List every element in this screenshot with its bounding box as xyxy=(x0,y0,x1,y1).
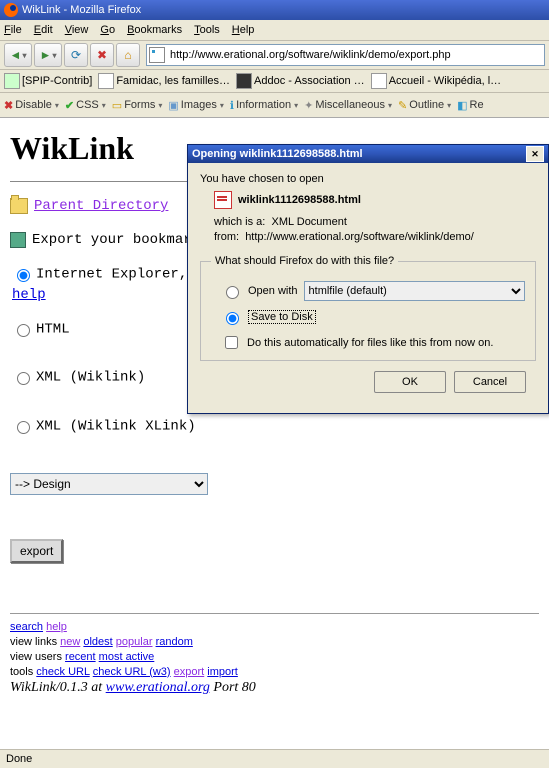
cancel-button[interactable]: Cancel xyxy=(454,371,526,393)
radio-xml2-label: XML (Wiklink XLink) xyxy=(36,419,196,435)
footer-export[interactable]: export xyxy=(174,666,205,678)
bookmarks-toolbar: [SPIP-Contrib] Famidac, les familles… Ad… xyxy=(0,70,549,93)
page-icon xyxy=(149,47,165,63)
wd-forms[interactable]: ▭Forms▾ xyxy=(112,99,163,112)
menubar: File Edit View Go Bookmarks Tools Help xyxy=(0,20,549,41)
footer-check-url-w3[interactable]: check URL (w3) xyxy=(93,666,171,678)
download-dialog: Opening wiklink1112698588.html ✕ You hav… xyxy=(187,144,549,414)
bookmark-wikipedia[interactable]: Accueil - Wikipédia, l… xyxy=(371,73,501,89)
dialog-chosen-text: You have chosen to open xyxy=(200,173,536,185)
bookmark-icon xyxy=(4,73,20,89)
info-icon: ℹ xyxy=(230,99,234,112)
radio-ie[interactable] xyxy=(17,269,30,282)
reload-button[interactable]: ⟳ xyxy=(64,43,88,67)
footer-check-url[interactable]: check URL xyxy=(36,666,89,678)
bookmark-icon xyxy=(98,73,114,89)
dialog-action-fieldset: What should Firefox do with this file? O… xyxy=(200,255,536,361)
gear-icon: ✦ xyxy=(304,99,313,112)
wd-misc[interactable]: ✦Miscellaneous▾ xyxy=(304,99,392,112)
menu-tools[interactable]: Tools xyxy=(194,24,220,36)
open-with-select[interactable]: htmlfile (default) xyxy=(304,281,525,301)
footer-search[interactable]: search xyxy=(10,621,43,633)
window-titlebar: WikLink - Mozilla Firefox xyxy=(0,0,549,20)
radio-open-with[interactable] xyxy=(226,286,239,299)
export-button[interactable]: export xyxy=(10,539,63,563)
dialog-filename: wiklink1112698588.html xyxy=(238,194,361,206)
help-link[interactable]: help xyxy=(12,287,46,303)
bookmark-icon xyxy=(371,73,387,89)
radio-save-to-disk[interactable] xyxy=(226,312,239,325)
resize-icon: ◧ xyxy=(457,99,467,112)
bookmark-icon xyxy=(236,73,252,89)
open-with-label: Open with xyxy=(248,285,298,297)
radio-html-label: HTML xyxy=(36,321,70,337)
outline-icon: ✎ xyxy=(398,99,407,112)
wd-css[interactable]: ✔CSS▾ xyxy=(65,99,106,112)
home-button[interactable]: ⌂ xyxy=(116,43,140,67)
footer: search help view links new oldest popula… xyxy=(10,613,539,695)
nav-toolbar: ◄▾ ►▾ ⟳ ✖ ⌂ xyxy=(0,41,549,70)
radio-ie-label: Internet Explorer, M xyxy=(36,267,204,283)
menu-view[interactable]: View xyxy=(65,24,89,36)
ok-button[interactable]: OK xyxy=(374,371,446,393)
radio-xml-xlink[interactable] xyxy=(17,421,30,434)
forward-button[interactable]: ►▾ xyxy=(34,43,62,67)
x-icon: ✖ xyxy=(4,99,13,112)
design-select[interactable]: --> Design xyxy=(10,473,208,495)
dialog-title: Opening wiklink1112698588.html xyxy=(192,148,363,160)
wd-outline[interactable]: ✎Outline▾ xyxy=(398,99,451,112)
status-bar: Done xyxy=(0,749,549,768)
wd-images[interactable]: ▣Images▾ xyxy=(168,99,224,112)
menu-bookmarks[interactable]: Bookmarks xyxy=(127,24,182,36)
back-button[interactable]: ◄▾ xyxy=(4,43,32,67)
footer-new[interactable]: new xyxy=(60,636,80,648)
radio-xml1-label: XML (Wiklink) xyxy=(36,370,145,386)
footer-most-active[interactable]: most active xyxy=(99,651,155,663)
firefox-icon xyxy=(4,3,18,17)
save-to-disk-label: Save to Disk xyxy=(248,310,316,324)
webdev-toolbar: ✖Disable▾ ✔CSS▾ ▭Forms▾ ▣Images▾ ℹInform… xyxy=(0,93,549,118)
bookmark-spip[interactable]: [SPIP-Contrib] xyxy=(4,73,92,89)
url-input[interactable] xyxy=(168,48,542,62)
auto-label: Do this automatically for files like thi… xyxy=(247,337,493,349)
footer-random[interactable]: random xyxy=(156,636,193,648)
footer-import[interactable]: import xyxy=(207,666,238,678)
folder-icon xyxy=(10,198,28,214)
parent-directory-link[interactable]: Parent Directory xyxy=(34,198,168,214)
window-title: WikLink - Mozilla Firefox xyxy=(22,4,141,16)
html-file-icon xyxy=(214,191,232,209)
auto-checkbox[interactable] xyxy=(225,336,238,349)
footer-oldest[interactable]: oldest xyxy=(83,636,112,648)
menu-help[interactable]: Help xyxy=(232,24,255,36)
stop-button[interactable]: ✖ xyxy=(90,43,114,67)
dialog-titlebar[interactable]: Opening wiklink1112698588.html ✕ xyxy=(188,145,548,163)
footer-site-link[interactable]: www.erational.org xyxy=(106,680,210,695)
dialog-legend: What should Firefox do with this file? xyxy=(211,255,398,267)
menu-go[interactable]: Go xyxy=(100,24,115,36)
footer-help[interactable]: help xyxy=(46,621,67,633)
images-icon: ▣ xyxy=(168,99,178,112)
wd-disable[interactable]: ✖Disable▾ xyxy=(4,99,59,112)
menu-file[interactable]: File xyxy=(4,24,22,36)
wd-information[interactable]: ℹInformation▾ xyxy=(230,99,298,112)
radio-xml-wiklink[interactable] xyxy=(17,372,30,385)
radio-html[interactable] xyxy=(17,324,30,337)
dialog-close-button[interactable]: ✕ xyxy=(526,146,544,162)
footer-recent[interactable]: recent xyxy=(65,651,96,663)
status-text: Done xyxy=(6,753,32,765)
check-icon: ✔ xyxy=(65,99,74,112)
menu-edit[interactable]: Edit xyxy=(34,24,53,36)
url-bar[interactable] xyxy=(146,44,545,66)
disk-icon xyxy=(10,232,26,248)
bookmark-addoc[interactable]: Addoc - Association … xyxy=(236,73,365,89)
export-label: Export your bookmar xyxy=(32,232,192,248)
bookmark-famidac[interactable]: Famidac, les familles… xyxy=(98,73,230,89)
wd-resize[interactable]: ◧Re xyxy=(457,99,483,112)
footer-popular[interactable]: popular xyxy=(116,636,153,648)
form-icon: ▭ xyxy=(112,99,122,112)
